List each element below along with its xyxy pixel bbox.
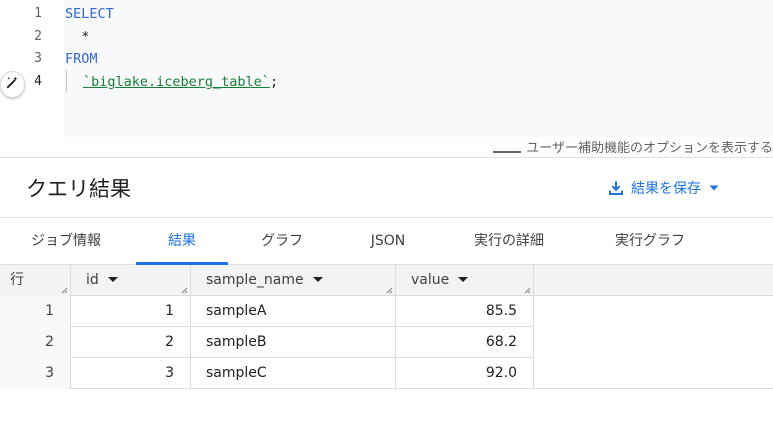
indent-guide bbox=[66, 70, 67, 92]
table-row[interactable]: 1 1 sampleA 85.5 bbox=[0, 296, 534, 327]
column-header-label: id bbox=[86, 272, 99, 288]
ai-assist-button[interactable] bbox=[0, 71, 25, 98]
line-number: 2 bbox=[34, 29, 42, 44]
cell-id[interactable]: 2 bbox=[71, 327, 191, 358]
column-header-value[interactable]: value bbox=[396, 265, 534, 296]
table-row[interactable]: 2 2 sampleB 68.2 bbox=[0, 327, 534, 358]
code-line-select[interactable]: SELECT bbox=[65, 6, 114, 22]
resize-handle-icon[interactable] bbox=[61, 287, 68, 294]
cell-id[interactable]: 3 bbox=[71, 358, 191, 389]
line-number: 1 bbox=[34, 6, 42, 21]
accessibility-underline bbox=[493, 151, 521, 153]
table-row[interactable]: 3 3 sampleC 92.0 bbox=[0, 358, 534, 389]
resize-handle-icon[interactable] bbox=[524, 287, 531, 294]
cell-value[interactable]: 92.0 bbox=[396, 358, 534, 389]
column-header-sample-name[interactable]: sample_name bbox=[191, 265, 396, 296]
caret-down-icon bbox=[708, 182, 720, 194]
semicolon: ; bbox=[269, 74, 279, 90]
table-header-row: 行 id sample_name value bbox=[0, 265, 773, 296]
results-tabs: ジョブ情報 結果 グラフ JSON 実行の詳細 実行グラフ bbox=[0, 217, 773, 265]
column-header-label: value bbox=[411, 272, 450, 288]
cell-value[interactable]: 85.5 bbox=[396, 296, 534, 327]
tab-execution-graph[interactable]: 実行グラフ bbox=[598, 218, 702, 264]
tab-chart[interactable]: グラフ bbox=[244, 218, 320, 264]
results-title: クエリ結果 bbox=[26, 177, 131, 201]
tab-json[interactable]: JSON bbox=[350, 218, 426, 264]
row-number-cell: 1 bbox=[0, 296, 71, 327]
line-number-gutter: 1 2 3 4 bbox=[0, 0, 56, 137]
cell-sample-name[interactable]: sampleA bbox=[191, 296, 396, 327]
caret-down-icon[interactable] bbox=[107, 276, 118, 282]
save-results-button[interactable]: 結果を保存 bbox=[608, 176, 720, 200]
save-results-label: 結果を保存 bbox=[631, 181, 701, 197]
line-number: 3 bbox=[34, 51, 42, 66]
row-number-cell: 3 bbox=[0, 358, 71, 389]
sql-editor[interactable]: 1 2 3 4 SELECT * FROM `biglake.iceberg_t… bbox=[0, 0, 773, 157]
code-line-star[interactable]: * bbox=[65, 29, 89, 45]
code-line-table[interactable]: `biglake.iceberg_table`; bbox=[83, 74, 278, 90]
magic-pen-icon bbox=[5, 75, 20, 94]
table-empty-area bbox=[534, 296, 773, 389]
caret-down-icon[interactable] bbox=[312, 276, 323, 282]
caret-down-icon[interactable] bbox=[458, 276, 469, 282]
resize-handle-icon[interactable] bbox=[386, 287, 393, 294]
tab-execution-details[interactable]: 実行の詳細 bbox=[458, 218, 560, 264]
tab-results[interactable]: 結果 bbox=[136, 218, 228, 264]
accessibility-options-hint[interactable]: ユーザー補助機能のオプションを表示する bbox=[526, 137, 773, 156]
tab-job-info[interactable]: ジョブ情報 bbox=[18, 218, 114, 264]
divider bbox=[0, 157, 773, 158]
editor-text-area[interactable] bbox=[64, 0, 773, 137]
column-header-id[interactable]: id bbox=[71, 265, 191, 296]
download-icon bbox=[608, 180, 624, 196]
code-line-from[interactable]: FROM bbox=[65, 51, 98, 67]
cell-id[interactable]: 1 bbox=[71, 296, 191, 327]
table-reference[interactable]: `biglake.iceberg_table` bbox=[83, 74, 270, 90]
cell-sample-name[interactable]: sampleB bbox=[191, 327, 396, 358]
row-number-header: 行 bbox=[0, 265, 71, 296]
row-number-cell: 2 bbox=[0, 327, 71, 358]
column-header-label: sample_name bbox=[206, 272, 304, 288]
cell-sample-name[interactable]: sampleC bbox=[191, 358, 396, 389]
row-number-header-label: 行 bbox=[10, 272, 24, 288]
line-number-active: 4 bbox=[34, 74, 42, 89]
resize-handle-icon[interactable] bbox=[181, 287, 188, 294]
cell-value[interactable]: 68.2 bbox=[396, 327, 534, 358]
